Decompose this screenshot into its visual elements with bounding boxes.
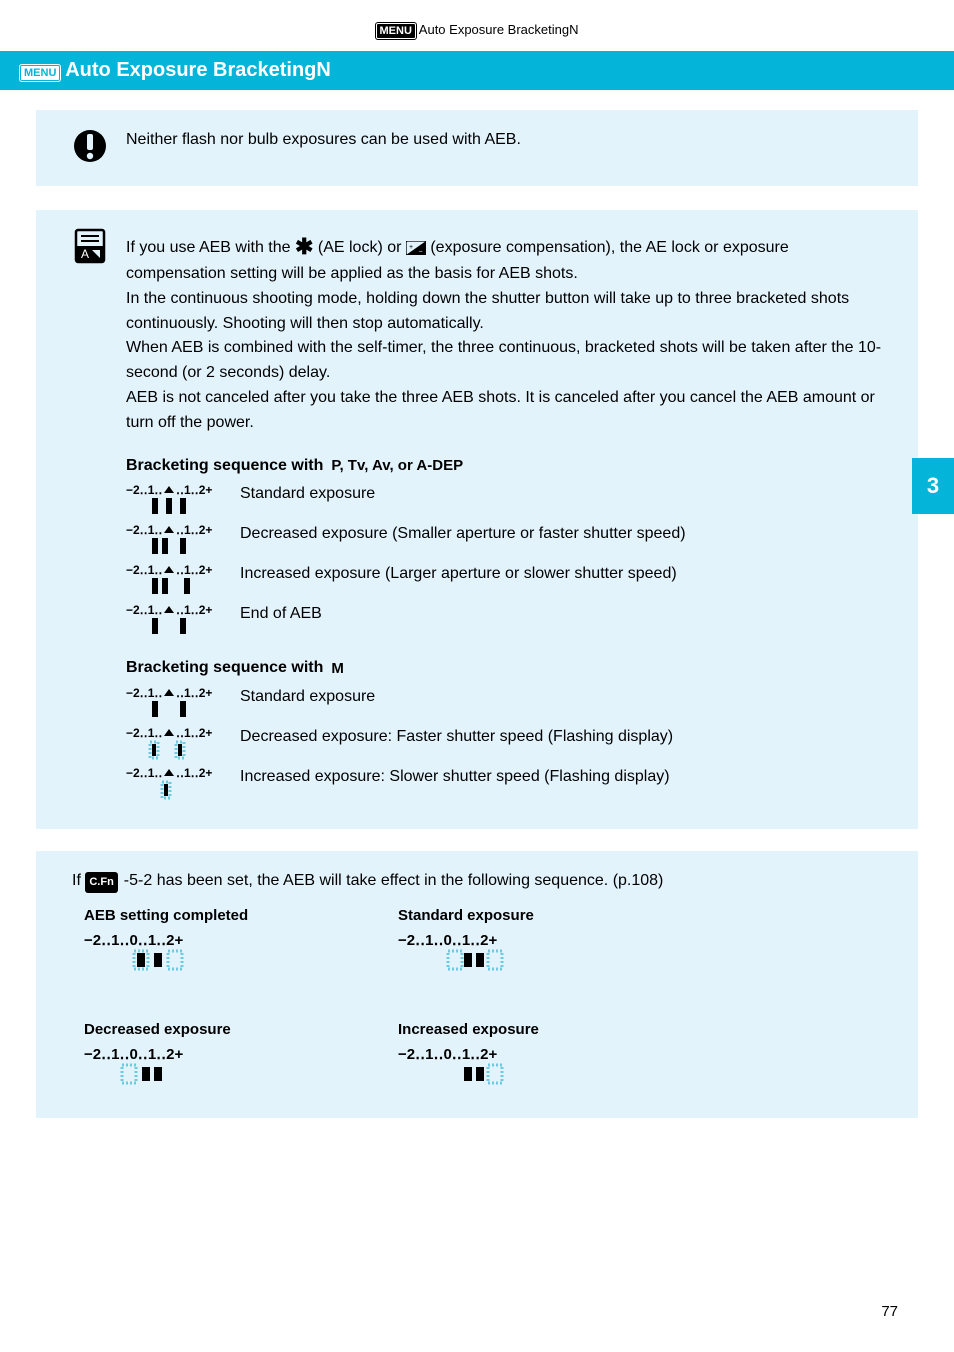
svg-text:‥1‥2+: ‥1‥2+: [176, 484, 212, 497]
meter-small: −2‥1‥ ‥1‥2+: [126, 687, 222, 721]
svg-text:‥1‥2+: ‥1‥2+: [176, 727, 212, 740]
svg-text:A: A: [81, 247, 89, 261]
svg-text:‥1‥2+: ‥1‥2+: [176, 767, 212, 780]
svg-text:−2‥1‥: −2‥1‥: [126, 767, 162, 780]
meter-small: −2‥1‥ ‥1‥2+: [126, 524, 222, 558]
meter-small: −2‥1‥ ‥1‥2+: [126, 604, 222, 638]
page-number: 77: [881, 1303, 898, 1320]
meter-small: −2‥1‥ ‥1‥2+: [126, 484, 222, 518]
svg-text:‥1‥2+: ‥1‥2+: [176, 564, 212, 577]
seq1-heading: Bracketing sequence with P, Tv, Av, or A…: [126, 454, 882, 479]
seq2-heading: Bracketing sequence with M: [126, 656, 882, 681]
svg-text:−2‥1‥: −2‥1‥: [126, 484, 162, 497]
meter-small: −2‥1‥ ‥1‥2+: [126, 564, 222, 598]
note-1: If you use AEB with the ✱ (AE lock) or +…: [126, 228, 882, 287]
svg-text:‥1‥2+: ‥1‥2+: [176, 687, 212, 700]
meter-flash: −2‥1‥ ‥1‥2+: [126, 727, 222, 761]
svg-text:−2‥1‥: −2‥1‥: [126, 727, 162, 740]
svg-text:‥1‥2+: ‥1‥2+: [176, 524, 212, 537]
exposure-comp-icon: + −: [406, 241, 426, 255]
svg-text:−: −: [418, 248, 422, 255]
note-2: In the continuous shooting mode, holding…: [126, 287, 882, 337]
note-4: AEB is not canceled after you take the t…: [126, 386, 882, 436]
note-3: When AEB is combined with the self-timer…: [126, 336, 882, 386]
cfn-box: If C.Fn-5-2 has been set, the AEB will t…: [36, 851, 918, 1118]
caution-icon: [72, 128, 108, 164]
svg-text:−2‥1‥: −2‥1‥: [126, 687, 162, 700]
svg-text:−2‥1‥: −2‥1‥: [126, 604, 162, 617]
svg-text:−2‥1‥: −2‥1‥: [126, 564, 162, 577]
svg-text:‥1‥2+: ‥1‥2+: [176, 604, 212, 617]
meter-large: −2‥1‥0‥1‥2+: [84, 933, 230, 973]
notes-icon: A: [72, 228, 108, 264]
top-crumb: MENU Auto Exposure BracketingN: [0, 0, 954, 39]
menu-button-pill: MENU: [376, 23, 416, 39]
svg-text:+: +: [409, 244, 413, 251]
cfn-pill: C.Fn: [85, 872, 117, 893]
chapter-tab: 3: [912, 458, 954, 514]
caution-text: Neither flash nor bulb exposures can be …: [126, 128, 521, 153]
meter-large: −2‥1‥0‥1‥2+: [84, 1047, 230, 1087]
caution-box: Neither flash nor bulb exposures can be …: [36, 110, 918, 186]
svg-text:−2‥1‥0‥1‥2+: −2‥1‥0‥1‥2+: [398, 1047, 498, 1063]
svg-text:−2‥1‥0‥1‥2+: −2‥1‥0‥1‥2+: [84, 1047, 184, 1063]
svg-text:−2‥1‥0‥1‥2+: −2‥1‥0‥1‥2+: [398, 933, 498, 949]
meter-flash: −2‥1‥ ‥1‥2+: [126, 767, 222, 801]
menu-button-title: MENU: [20, 65, 60, 81]
meter-large: −2‥1‥0‥1‥2+: [398, 933, 544, 973]
meter-large: −2‥1‥0‥1‥2+: [398, 1047, 544, 1087]
svg-text:−2‥1‥: −2‥1‥: [126, 524, 162, 537]
page-title: MENU Auto Exposure BracketingN: [0, 51, 954, 90]
notes-box: A If you use AEB with the ✱ (AE lock) or…: [36, 210, 918, 829]
svg-text:−2‥1‥0‥1‥2+: −2‥1‥0‥1‥2+: [84, 933, 184, 949]
ae-lock-icon: ✱: [295, 234, 313, 259]
